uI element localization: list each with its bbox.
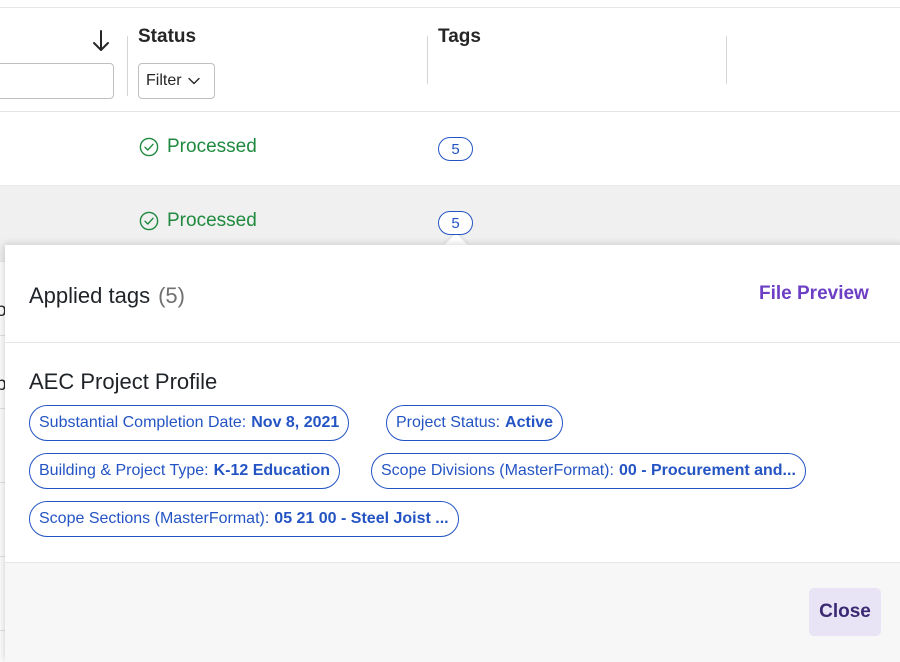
tag-key: Project Status: [396,414,501,431]
chevron-down-icon [187,77,200,85]
popover-footer: Close [5,562,900,662]
tag-value: Active [505,414,554,431]
close-button[interactable]: Close [809,588,881,636]
popover-tag-count: (5) [158,283,185,308]
status-text: Processed [167,210,257,231]
table-top-border [0,0,900,8]
tag-value: K-12 Education [213,462,331,479]
status-cell: Processed [139,210,257,232]
tag-value: Nov 8, 2021 [251,414,340,431]
tag-key: Building & Project Type: [39,462,209,479]
tags-column-header[interactable]: Tags [438,26,481,48]
sort-down-arrow-icon[interactable] [90,28,112,54]
tag-chip[interactable]: Scope Divisions (MasterFormat): 00 - Proc… [371,453,806,489]
check-circle-icon [139,137,159,157]
file-preview-link[interactable]: File Preview [759,283,869,305]
status-column-header[interactable]: Status [138,26,196,48]
column-resize-handle[interactable] [127,36,128,96]
column-resize-handle[interactable] [726,36,727,84]
tag-key: Scope Sections (MasterFormat): [39,510,270,527]
tag-key: Substantial Completion Date: [39,414,247,431]
tag-value: 05 21 00 - Steel Joist ... [274,510,449,527]
tag-chip[interactable]: Scope Sections (MasterFormat): 05 21 00 -… [29,501,459,537]
popover-title-text: Applied tags [29,283,151,308]
popover-header: Applied tags (5) File Preview [5,245,900,343]
status-filter-dropdown[interactable]: Filter [138,63,215,99]
tags-count-badge[interactable]: 5 [438,211,473,235]
table-header: Status Filter Tags [0,8,900,112]
status-text: Processed [167,136,257,157]
applied-tags-popover: Applied tags (5) File Preview AEC Project… [5,245,900,662]
tag-chip[interactable]: Substantial Completion Date: Nov 8, 2021 [29,405,350,441]
check-circle-icon [139,211,159,231]
tag-group-title: AEC Project Profile [29,369,218,394]
status-cell: Processed [139,136,257,158]
tags-count-badge[interactable]: 5 [438,137,473,161]
column-resize-handle[interactable] [427,36,428,84]
table-row[interactable]: Processed 5 [0,112,900,186]
name-filter-input[interactable] [0,63,114,99]
tag-chip[interactable]: Project Status: Active [386,405,564,441]
tag-value: 00 - Procurement and... [618,462,796,479]
status-filter-label: Filter [146,72,182,89]
tag-chip[interactable]: Building & Project Type: K-12 Education [29,453,341,489]
popover-title: Applied tags (5) [29,283,185,309]
tag-key: Scope Divisions (MasterFormat): [381,462,614,479]
